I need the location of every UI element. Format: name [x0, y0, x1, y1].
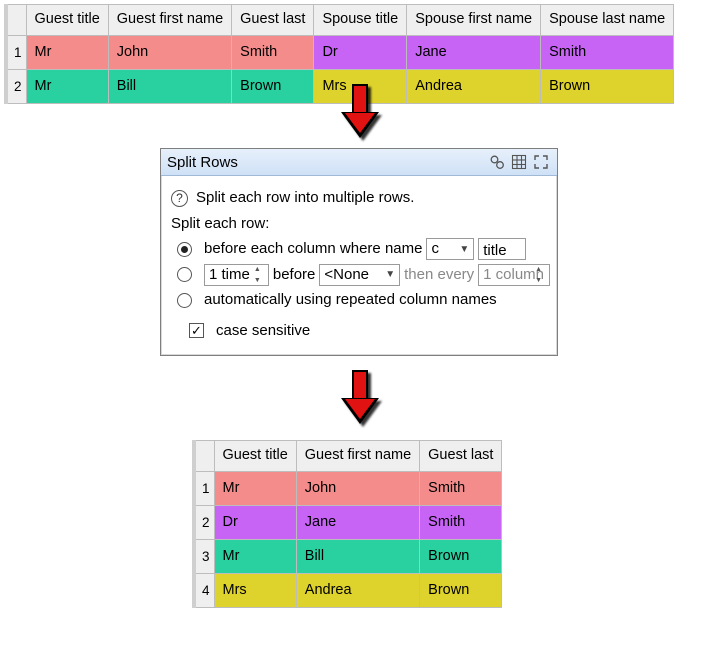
cell[interactable]: Dr: [314, 36, 407, 70]
table-row[interactable]: 2 Dr Jane Smith: [194, 506, 502, 540]
opt3-label: automatically using repeated column name…: [204, 289, 497, 312]
panel-title: Split Rows: [167, 154, 238, 171]
cell[interactable]: Smith: [232, 36, 314, 70]
col-header[interactable]: Guest first name: [296, 441, 419, 472]
col-header[interactable]: Spouse first name: [407, 5, 541, 36]
corner-cell: [6, 5, 26, 36]
col-header[interactable]: Spouse title: [314, 5, 407, 36]
cell[interactable]: Mrs: [214, 574, 296, 608]
input-table: Guest title Guest first name Guest last …: [4, 4, 674, 104]
output-table: Guest title Guest first name Guest last …: [192, 440, 502, 608]
col-header[interactable]: Guest last: [232, 5, 314, 36]
chevron-down-icon: ▼: [459, 242, 469, 257]
table-row[interactable]: 1 Mr John Smith Dr Jane Smith: [6, 36, 674, 70]
row-number: 4: [194, 574, 214, 608]
col-header[interactable]: Guest title: [214, 441, 296, 472]
cell[interactable]: Bill: [108, 70, 231, 104]
cell[interactable]: Bill: [296, 540, 419, 574]
grid-icon[interactable]: [509, 152, 529, 172]
cell[interactable]: Mr: [214, 472, 296, 506]
cell[interactable]: Dr: [214, 506, 296, 540]
col-header[interactable]: Guest last: [420, 441, 502, 472]
table-row[interactable]: 4 Mrs Andrea Brown: [194, 574, 502, 608]
radio-before-column[interactable]: [177, 242, 192, 257]
row-number: 1: [194, 472, 214, 506]
cell[interactable]: Mr: [26, 36, 108, 70]
corner-cell: [194, 441, 214, 472]
row-number: 2: [6, 70, 26, 104]
cell[interactable]: Smith: [420, 506, 502, 540]
flow-arrow-icon: [344, 370, 376, 426]
table-row[interactable]: 1 Mr John Smith: [194, 472, 502, 506]
cell[interactable]: Mr: [26, 70, 108, 104]
expand-icon[interactable]: [531, 152, 551, 172]
radio-auto[interactable]: [177, 293, 192, 308]
cell[interactable]: Mr: [214, 540, 296, 574]
row-number: 2: [194, 506, 214, 540]
cell[interactable]: Smith: [541, 36, 674, 70]
cell[interactable]: John: [296, 472, 419, 506]
cell[interactable]: Jane: [407, 36, 541, 70]
cell[interactable]: Brown: [541, 70, 674, 104]
case-sensitive-label: case sensitive: [216, 320, 310, 343]
cell[interactable]: Andrea: [296, 574, 419, 608]
cell[interactable]: Andrea: [407, 70, 541, 104]
opt2-then: then every: [404, 264, 474, 287]
col-header[interactable]: Guest first name: [108, 5, 231, 36]
match-text-input[interactable]: title: [478, 238, 526, 260]
before-column-select[interactable]: <None ▼: [319, 264, 400, 286]
row-number: 3: [194, 540, 214, 574]
cell[interactable]: Brown: [420, 540, 502, 574]
split-rows-panel: Split Rows ? Split each row into multipl…: [160, 148, 558, 356]
cell[interactable]: Jane: [296, 506, 419, 540]
settings-icon[interactable]: [487, 152, 507, 172]
case-sensitive-checkbox[interactable]: ✓: [189, 323, 204, 338]
opt1-label: before each column where name: [204, 238, 422, 261]
cell[interactable]: Smith: [420, 472, 502, 506]
table-row[interactable]: 3 Mr Bill Brown: [194, 540, 502, 574]
col-header[interactable]: Guest title: [26, 5, 108, 36]
every-spinner[interactable]: 1 column ▲▼: [478, 264, 550, 286]
table-row[interactable]: 2 Mr Bill Brown Mrs Andrea Brown: [6, 70, 674, 104]
col-header[interactable]: Spouse last name: [541, 5, 674, 36]
cell[interactable]: John: [108, 36, 231, 70]
help-icon[interactable]: ?: [171, 190, 188, 207]
chevron-down-icon: ▼: [385, 267, 395, 282]
flow-arrow-icon: [344, 84, 376, 140]
cell[interactable]: Brown: [420, 574, 502, 608]
section-label: Split each row:: [171, 213, 547, 236]
row-number: 1: [6, 36, 26, 70]
cell[interactable]: Brown: [232, 70, 314, 104]
match-mode-select[interactable]: c ▼: [426, 238, 474, 260]
panel-hint: Split each row into multiple rows.: [196, 187, 414, 210]
opt2-before: before: [273, 264, 316, 287]
radio-n-times[interactable]: [177, 267, 192, 282]
times-spinner[interactable]: 1 time ▲▼: [204, 264, 269, 286]
